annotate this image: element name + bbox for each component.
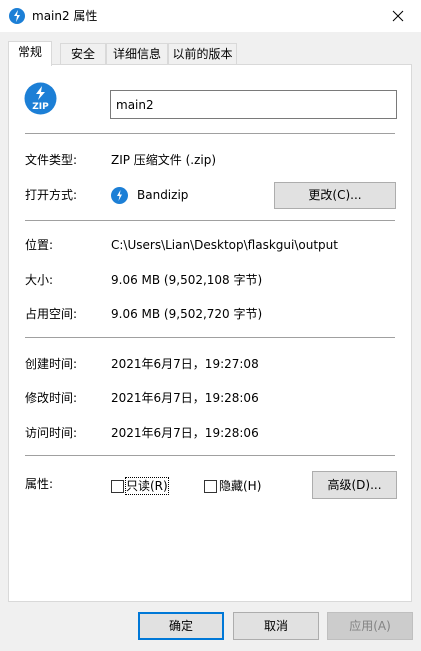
advanced-button[interactable]: 高级(D)... (312, 471, 397, 499)
bandizip-icon (111, 187, 128, 204)
apply-button[interactable]: 应用(A) (327, 612, 413, 640)
close-button[interactable] (375, 0, 421, 32)
file-type-value: ZIP 压缩文件 (.zip) (111, 153, 217, 167)
readonly-label[interactable]: 只读(R) (125, 477, 169, 495)
open-with-label: 打开方式: (25, 188, 78, 202)
file-type-label: 文件类型: (25, 153, 78, 167)
change-button[interactable]: 更改(C)... (274, 182, 396, 209)
separator (25, 337, 395, 338)
size-label: 大小: (25, 273, 54, 287)
hidden-checkbox[interactable] (204, 480, 217, 493)
location-value: C:\Users\Lian\Desktop\flaskgui\output (111, 238, 338, 252)
size-value: 9.06 MB (9,502,108 字节) (111, 273, 263, 287)
window-title: main2 属性 (32, 9, 98, 23)
location-label: 位置: (25, 238, 54, 252)
separator (25, 455, 395, 456)
ok-button[interactable]: 确定 (138, 612, 224, 640)
title-bar: main2 属性 (0, 0, 421, 32)
cancel-button[interactable]: 取消 (233, 612, 319, 640)
hidden-label[interactable]: 隐藏(H) (219, 478, 261, 494)
zip-file-icon (9, 8, 25, 24)
tab-general[interactable]: 常规 (8, 41, 52, 66)
general-panel: ZIP 文件类型: ZIP 压缩文件 (.zip) 打开方式: Bandizip… (8, 64, 412, 602)
separator (25, 133, 395, 134)
separator (25, 220, 395, 221)
tab-previous-versions[interactable]: 以前的版本 (168, 43, 237, 65)
zip-icon: ZIP (24, 82, 57, 115)
size-on-disk-label: 占用空间: (25, 307, 78, 321)
readonly-checkbox[interactable] (111, 480, 124, 493)
modified-label: 修改时间: (25, 391, 78, 405)
attributes-label: 属性: (25, 477, 54, 491)
file-name-input[interactable] (110, 90, 397, 119)
accessed-label: 访问时间: (25, 426, 78, 440)
created-label: 创建时间: (25, 357, 78, 371)
tab-details[interactable]: 详细信息 (106, 43, 168, 65)
modified-value: 2021年6月7日，19:28:06 (111, 391, 259, 405)
created-value: 2021年6月7日，19:27:08 (111, 357, 259, 371)
size-on-disk-value: 9.06 MB (9,502,720 字节) (111, 307, 263, 321)
open-with-app: Bandizip (137, 188, 189, 202)
tab-security[interactable]: 安全 (60, 43, 106, 65)
accessed-value: 2021年6月7日，19:28:06 (111, 426, 259, 440)
svg-text:ZIP: ZIP (32, 102, 49, 112)
close-icon (392, 10, 404, 22)
